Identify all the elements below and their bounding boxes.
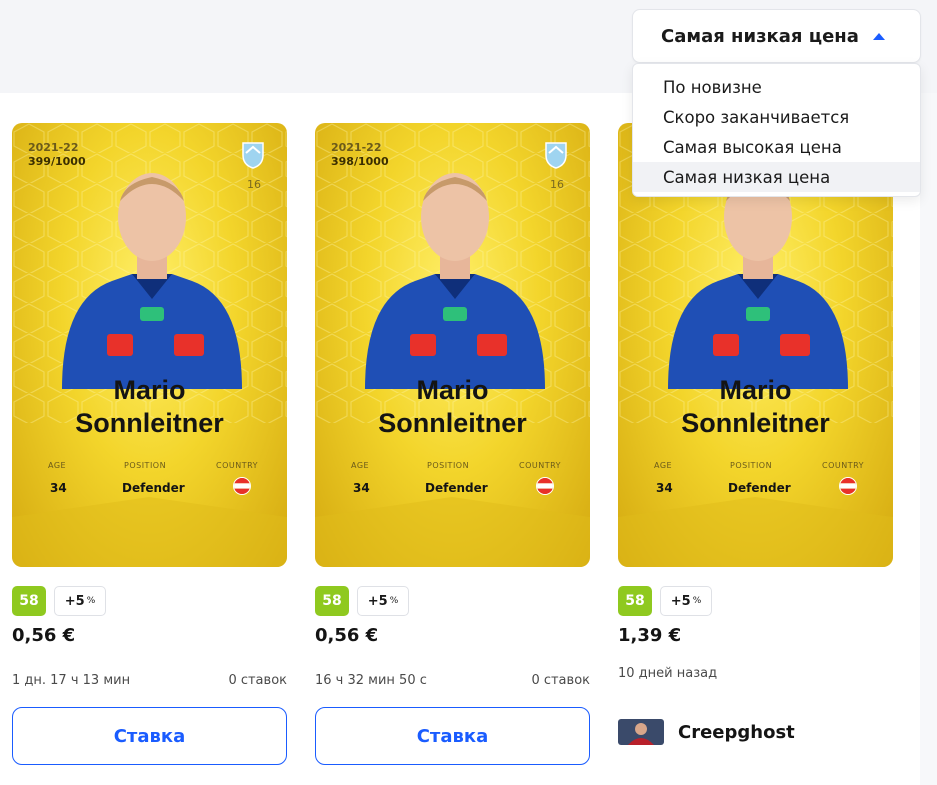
player-last-name: Sonnleitner [75, 408, 224, 438]
country-label: COUNTRY [822, 461, 865, 470]
buyer[interactable]: Creepghost [618, 719, 795, 745]
time-left: 1 дн. 17 ч 13 мин [12, 673, 131, 688]
player-first-name: Mario [416, 375, 489, 405]
age-value: 34 [656, 481, 673, 495]
score-badge: 58 [618, 586, 652, 616]
sort-option-lowest-price[interactable]: Самая низкая цена [633, 162, 920, 192]
austria-flag-icon [233, 477, 251, 495]
age-value: 34 [50, 481, 67, 495]
age-value: 34 [353, 481, 370, 495]
badges: 58 +5% [618, 586, 712, 616]
bonus-value: +5 [64, 593, 85, 609]
position-label: POSITION [427, 461, 470, 470]
card-bottom-shape [315, 497, 590, 567]
bonus-badge: +5% [660, 586, 712, 616]
price: 0,56 € [315, 625, 379, 646]
bonus-unit: % [86, 596, 96, 606]
sort-dropdown-button[interactable]: Самая низкая цена [632, 9, 921, 63]
sold-time: 10 дней назад [618, 666, 718, 681]
austria-flag-icon [839, 477, 857, 495]
player-last-name: Sonnleitner [681, 408, 830, 438]
bonus-unit: % [692, 596, 702, 606]
bonus-value: +5 [367, 593, 388, 609]
sort-current-label: Самая низкая цена [661, 25, 859, 47]
bonus-value: +5 [670, 593, 691, 609]
age-label: AGE [351, 461, 370, 470]
card-bottom-shape [618, 497, 893, 567]
sort-option-highest-price[interactable]: Самая высокая цена [633, 132, 920, 162]
player-first-name: Mario [113, 375, 186, 405]
country-label: COUNTRY [216, 461, 259, 470]
buyer-name: Creepghost [678, 721, 795, 743]
price: 0,56 € [12, 625, 76, 646]
card-bottom-shape [12, 497, 287, 567]
card-listing: 2021-22 398/1000 16 Mario Sonnleitner AG… [315, 123, 590, 765]
age-label: AGE [48, 461, 67, 470]
bonus-badge: +5% [357, 586, 409, 616]
score-badge: 58 [12, 586, 46, 616]
sort-dropdown-menu: По новизне Скоро заканчивается Самая выс… [632, 63, 921, 197]
position-label: POSITION [730, 461, 773, 470]
position-label: POSITION [124, 461, 167, 470]
position-value: Defender [122, 481, 185, 495]
bonus-unit: % [389, 596, 399, 606]
bonus-badge: +5% [54, 586, 106, 616]
country-label: COUNTRY [519, 461, 562, 470]
sort-option-ending-soon[interactable]: Скоро заканчивается [633, 102, 920, 132]
bids-count: 0 ставок [228, 673, 287, 688]
score-badge: 58 [315, 586, 349, 616]
bids-count: 0 ставок [531, 673, 590, 688]
right-gutter [920, 93, 937, 785]
player-photo [365, 173, 545, 389]
player-card[interactable]: 2021-22 399/1000 16 Mario Sonnleitner AG… [12, 123, 287, 567]
player-last-name: Sonnleitner [378, 408, 527, 438]
buyer-avatar [618, 719, 664, 745]
sort-option-newest[interactable]: По новизне [633, 72, 920, 102]
caret-up-icon [872, 32, 885, 40]
badges: 58 +5% [315, 586, 409, 616]
position-value: Defender [425, 481, 488, 495]
bid-button[interactable]: Ставка [12, 707, 287, 765]
player-card[interactable]: 2021-22 398/1000 16 Mario Sonnleitner AG… [315, 123, 590, 567]
austria-flag-icon [536, 477, 554, 495]
bid-button[interactable]: Ставка [315, 707, 590, 765]
position-value: Defender [728, 481, 791, 495]
price: 1,39 € [618, 625, 682, 646]
time-left: 16 ч 32 мин 50 с [315, 673, 427, 688]
badges: 58 +5% [12, 586, 106, 616]
age-label: AGE [654, 461, 673, 470]
card-listing: 2021-22 399/1000 16 Mario Sonnleitner AG… [12, 123, 287, 765]
player-photo [62, 173, 242, 389]
player-first-name: Mario [719, 375, 792, 405]
